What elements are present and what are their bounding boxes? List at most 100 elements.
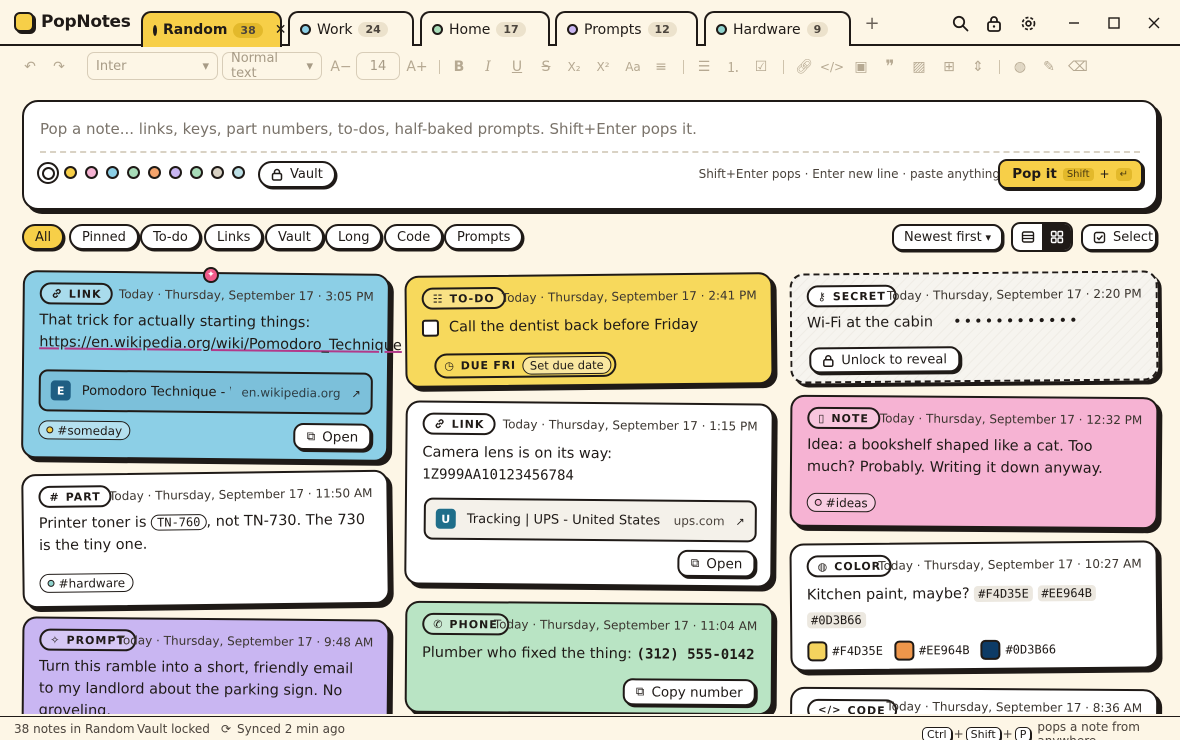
superscript-icon[interactable]: X²	[594, 58, 612, 76]
text-style-select[interactable]: Normal text ▾	[222, 51, 322, 81]
color-swatch-mint[interactable]	[190, 166, 203, 179]
tag-label: #ideas	[825, 495, 868, 510]
bold-icon[interactable]: B	[450, 58, 468, 76]
color-swatch-teal[interactable]	[232, 166, 245, 179]
code-block-icon[interactable]: ▣	[852, 58, 870, 76]
color-swatch-blue[interactable]	[106, 166, 119, 179]
subscript-icon[interactable]: X₂	[565, 58, 583, 76]
composer-input[interactable]: Pop a note... links, keys, part numbers,…	[40, 120, 697, 138]
open-button[interactable]: ⧉ Open	[677, 549, 756, 578]
filter-all[interactable]: All	[22, 224, 65, 250]
strikethrough-icon[interactable]: S	[537, 58, 555, 76]
note-card-secret[interactable]: ⚷ SECRET Today · Thursday, September 17 …	[789, 270, 1159, 384]
note-card-link[interactable]: ✦ LINK Today · Thursday, September 17 · …	[21, 266, 402, 462]
copy-number-button[interactable]: ⧉ Copy number	[622, 678, 756, 707]
link-preview[interactable]: U Tracking | UPS - United States ups.com…	[423, 497, 757, 543]
color-swatch-white[interactable]	[37, 162, 59, 184]
note-card-phone[interactable]: ✆ PHONE Today · Thursday, September 17 ·…	[404, 600, 774, 714]
minimize-icon[interactable]	[1064, 13, 1084, 33]
select-button[interactable]: Select	[1081, 224, 1157, 251]
todo-checkbox[interactable]	[421, 319, 440, 338]
lock-icon[interactable]	[984, 13, 1004, 33]
link-icon[interactable]: 🔗︎	[795, 58, 813, 76]
color-swatch-pink[interactable]	[85, 166, 98, 179]
highlighter-icon[interactable]: ✎	[1040, 58, 1058, 76]
note-card-color[interactable]: ◍ COLOR Today · Thursday, September 17 ·…	[789, 540, 1159, 672]
code-icon[interactable]: </>	[820, 58, 844, 76]
filter-code[interactable]: Code	[384, 224, 444, 250]
phone-number: (312) 555-0142	[636, 646, 755, 664]
undo-icon[interactable]: ↶	[21, 58, 39, 76]
grid-view-icon[interactable]	[1042, 224, 1071, 250]
color-swatch-green[interactable]	[127, 166, 140, 179]
quote-icon[interactable]: ❞	[881, 57, 899, 77]
note-card-link-tracking[interactable]: LINK Today · Thursday, September 17 · 1:…	[404, 400, 774, 588]
gear-icon[interactable]	[1018, 13, 1038, 33]
bullet-list-icon[interactable]: ☰	[695, 58, 713, 76]
underline-icon[interactable]: U	[508, 58, 526, 76]
new-tab-icon[interactable]: +	[862, 13, 882, 34]
open-button[interactable]: ⧉ Open	[293, 422, 372, 451]
filter-links[interactable]: Links	[204, 224, 264, 250]
note-card-note[interactable]: ▯ NOTE Today · Thursday, September 17 · …	[789, 394, 1159, 530]
increase-font-icon[interactable]: A+	[406, 58, 427, 76]
redo-icon[interactable]: ↷	[50, 58, 68, 76]
close-tab-icon[interactable]: ✕	[275, 22, 287, 38]
font-size-input[interactable]: 14	[356, 52, 400, 80]
color-swatch-0d3b66[interactable]	[980, 639, 1001, 660]
note-card-code[interactable]: </> CODE Today · Thursday, September 17 …	[789, 686, 1159, 714]
pop-it-button[interactable]: Pop it Shift + ↵	[998, 159, 1143, 189]
tab-hardware[interactable]: Hardware 9	[704, 11, 851, 46]
filter-todo[interactable]: To-do	[140, 224, 201, 250]
color-swatch-orange[interactable]	[148, 166, 161, 179]
table-icon[interactable]: ⊞	[940, 58, 958, 76]
sort-select[interactable]: Newest first ▾	[892, 224, 1003, 251]
image-icon[interactable]: ▨	[910, 58, 928, 76]
maximize-icon[interactable]	[1104, 13, 1124, 33]
filter-long[interactable]: Long	[325, 224, 383, 250]
sparkle-icon: ✧	[50, 633, 61, 647]
note-card-part[interactable]: # PART Today · Thursday, September 17 · …	[21, 469, 390, 609]
filter-prompts[interactable]: Prompts	[444, 224, 524, 250]
tab-prompts[interactable]: Prompts 12	[555, 11, 698, 46]
palette-icon[interactable]: ◍	[1011, 58, 1029, 76]
note-card-prompt[interactable]: ✧ PROMPT Today · Thursday, September 17 …	[21, 616, 390, 714]
color-swatch-purple[interactable]	[169, 166, 182, 179]
text-case-icon[interactable]: Aa	[624, 58, 642, 76]
color-swatch-ee964b[interactable]	[893, 640, 915, 661]
pin-icon[interactable]: ✦	[202, 266, 220, 284]
eraser-icon[interactable]: ⌫	[1068, 58, 1088, 76]
color-swatch-f4d35e[interactable]	[807, 641, 828, 662]
link-preview[interactable]: E Pomodoro Technique - Wi... en.wikipedi…	[38, 369, 373, 415]
shift-key-hint: Shift	[1062, 167, 1094, 181]
tab-work[interactable]: Work 24	[288, 11, 414, 46]
list-view-icon[interactable]	[1013, 224, 1042, 250]
favicon-icon: U	[435, 508, 456, 529]
filter-vault[interactable]: Vault	[265, 224, 324, 250]
vault-button[interactable]: Vault	[258, 161, 336, 188]
numbered-list-icon[interactable]: ⒈	[724, 58, 742, 76]
set-due-date-button[interactable]: Set due date	[521, 355, 612, 375]
filter-pinned[interactable]: Pinned	[69, 224, 139, 250]
tab-home[interactable]: Home 17	[420, 11, 550, 46]
note-card-todo[interactable]: ☷ TO-DO Today · Thursday, September 17 ·…	[404, 272, 774, 388]
checklist-icon[interactable]: ☑	[752, 58, 770, 76]
italic-icon[interactable]: I	[479, 58, 497, 76]
code-icon: </>	[818, 704, 842, 714]
search-icon[interactable]	[950, 13, 970, 33]
note-link-url[interactable]: https://en.wikipedia.org/wiki/Pomodoro_T…	[39, 332, 402, 357]
color-swatch-gray[interactable]	[211, 166, 224, 179]
note-tag[interactable]: #ideas	[806, 492, 876, 513]
font-select[interactable]: Inter ▾	[87, 52, 218, 80]
badge-label: TO-DO	[449, 291, 495, 305]
unlock-button[interactable]: Unlock to reveal	[809, 346, 961, 374]
note-tag[interactable]: #someday	[38, 420, 131, 441]
color-swatch-yellow[interactable]	[64, 166, 77, 179]
divider-insert-icon[interactable]: ⇕	[969, 58, 987, 76]
note-composer[interactable]: Pop a note... links, keys, part numbers,…	[22, 100, 1158, 210]
note-tag[interactable]: #hardware	[39, 572, 134, 594]
tab-random[interactable]: Random 38 ✕	[141, 11, 286, 47]
decrease-font-icon[interactable]: A−	[330, 58, 351, 76]
align-icon[interactable]: ≡	[652, 58, 670, 76]
close-window-icon[interactable]	[1144, 13, 1164, 33]
